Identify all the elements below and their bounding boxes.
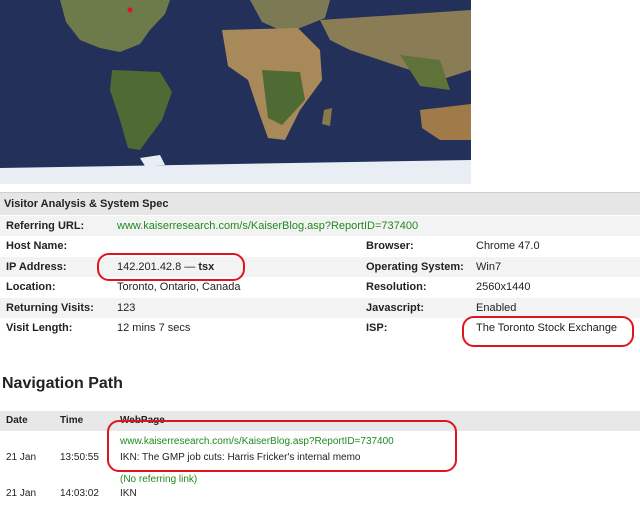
resolution-value: 2560x1440	[476, 281, 531, 293]
nav-row-2-url: (No referring link)	[120, 474, 198, 485]
referring-url-label: Referring URL:	[6, 220, 85, 232]
nav-row-1-time: 13:50:55	[60, 452, 99, 463]
returning-visits-value: 123	[117, 302, 136, 314]
javascript-value: Enabled	[476, 302, 517, 314]
length-isp-row: Visit Length: 12 mins 7 secs ISP: The To…	[0, 318, 640, 338]
nav-row-2-time: 14:03:02	[60, 488, 99, 499]
host-name-label: Host Name:	[6, 240, 68, 252]
javascript-label: Javascript:	[366, 302, 425, 314]
ip-host: tsx	[198, 261, 215, 273]
nav-row-2-date: 21 Jan	[6, 488, 37, 499]
browser-label: Browser:	[366, 240, 414, 252]
referring-url-row: Referring URL: www.kaiserresearch.com/s/…	[0, 216, 640, 236]
nav-row-1-page: IKN: The GMP job cuts: Harris Fricker's …	[120, 452, 361, 463]
nav-row-1-date: 21 Jan	[6, 452, 37, 463]
ip-os-row: IP Address: 142.201.42.8 — tsx Operating…	[0, 257, 640, 277]
resolution-label: Resolution:	[366, 281, 427, 293]
world-map	[0, 0, 471, 184]
browser-value: Chrome 47.0	[476, 240, 540, 252]
visit-length-value: 12 mins 7 secs	[117, 322, 191, 334]
nav-row-1-url[interactable]: www.kaiserresearch.com/s/KaiserBlog.asp?…	[120, 436, 394, 447]
isp-value: The Toronto Stock Exchange	[476, 322, 618, 334]
ip-address-value: 142.201.42.8 — tsx	[117, 257, 214, 277]
ip-separator: —	[184, 261, 196, 273]
col-time: Time	[60, 415, 84, 426]
returning-visits-label: Returning Visits:	[6, 302, 94, 314]
host-browser-row: Host Name: Browser: Chrome 47.0	[0, 236, 640, 256]
location-value: Toronto, Ontario, Canada	[117, 281, 241, 293]
world-map-graphic	[0, 0, 471, 184]
os-label: Operating System:	[366, 261, 464, 273]
visitor-analysis-header: Visitor Analysis & System Spec	[0, 192, 640, 215]
map-blank-area	[471, 0, 640, 184]
visit-length-label: Visit Length:	[6, 322, 73, 334]
location-resolution-row: Location: Toronto, Ontario, Canada Resol…	[0, 277, 640, 297]
isp-label: ISP:	[366, 322, 388, 334]
col-webpage: WebPage	[120, 415, 165, 426]
col-date: Date	[6, 415, 28, 426]
visits-javascript-row: Returning Visits: 123 Javascript: Enable…	[0, 298, 640, 318]
os-value: Win7	[476, 261, 502, 273]
navigation-table-header: Date Time WebPage	[0, 411, 640, 431]
navigation-path-title: Navigation Path	[2, 375, 123, 392]
referring-url-link[interactable]: www.kaiserresearch.com/s/KaiserBlog.asp?…	[117, 216, 418, 236]
ip-number: 142.201.42.8	[117, 261, 182, 273]
nav-row-2-page: IKN	[120, 488, 137, 499]
ip-address-label: IP Address:	[6, 261, 67, 273]
location-label: Location:	[6, 281, 56, 293]
